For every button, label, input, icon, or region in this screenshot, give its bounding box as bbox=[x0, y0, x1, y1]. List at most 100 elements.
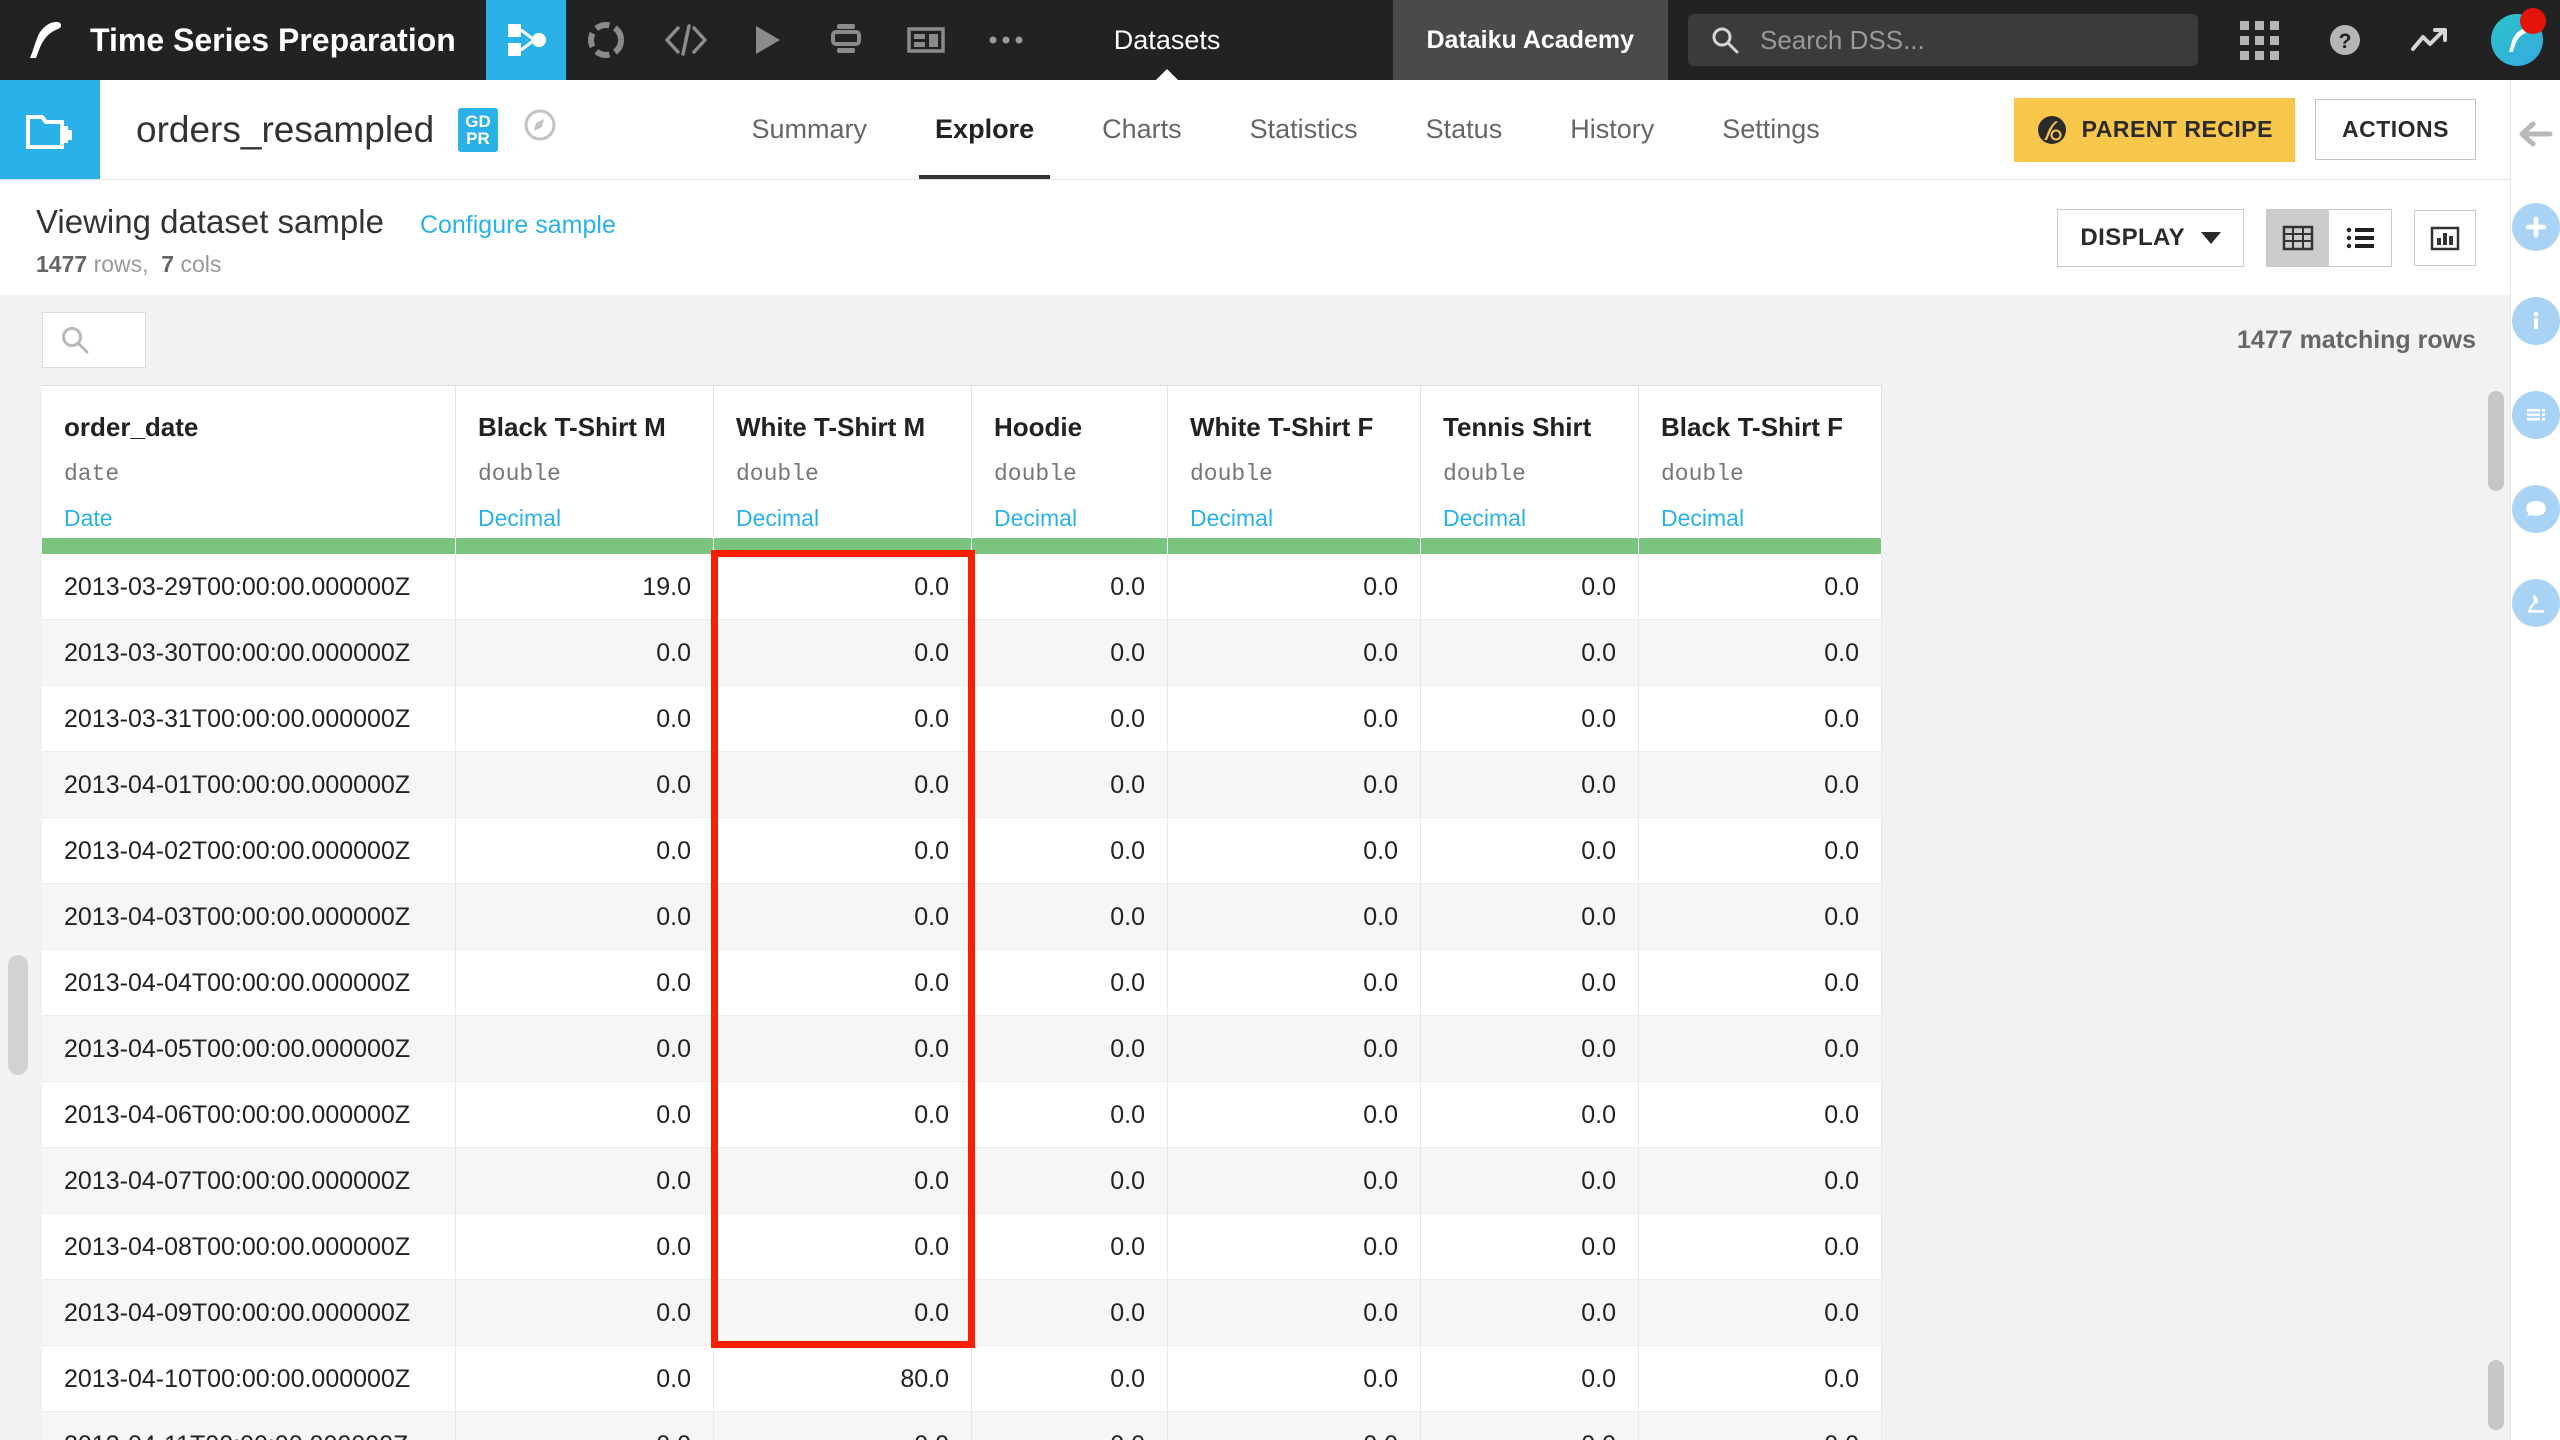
table-cell[interactable]: 0.0 bbox=[1168, 1082, 1421, 1148]
table-cell[interactable]: 0.0 bbox=[1421, 1346, 1639, 1412]
table-cell[interactable]: 0.0 bbox=[1639, 1082, 1882, 1148]
table-cell[interactable]: 0.0 bbox=[1421, 1412, 1639, 1440]
table-cell[interactable]: 2013-03-30T00:00:00.000000Z bbox=[42, 620, 456, 686]
table-cell[interactable]: 0.0 bbox=[1421, 950, 1639, 1016]
table-cell[interactable]: 0.0 bbox=[714, 1082, 972, 1148]
table-cell[interactable]: 0.0 bbox=[1421, 686, 1639, 752]
table-cell[interactable]: 0.0 bbox=[1168, 884, 1421, 950]
table-cell[interactable]: 0.0 bbox=[972, 1412, 1168, 1440]
table-cell[interactable]: 0.0 bbox=[972, 1346, 1168, 1412]
table-cell[interactable]: 0.0 bbox=[456, 686, 714, 752]
table-cell[interactable]: 2013-04-07T00:00:00.000000Z bbox=[42, 1148, 456, 1214]
tab-summary[interactable]: Summary bbox=[718, 80, 902, 179]
column-header-white-t-shirt-f[interactable]: White T-Shirt F double Decimal bbox=[1168, 386, 1421, 538]
table-cell[interactable]: 0.0 bbox=[1421, 752, 1639, 818]
nav-datasets-label[interactable]: Datasets bbox=[1074, 0, 1261, 80]
table-cell[interactable]: 0.0 bbox=[714, 1148, 972, 1214]
column-meaning[interactable]: Decimal bbox=[736, 505, 949, 532]
table-cell[interactable]: 0.0 bbox=[1639, 620, 1882, 686]
table-cell[interactable]: 2013-04-03T00:00:00.000000Z bbox=[42, 884, 456, 950]
table-row[interactable]: 2013-04-11T00:00:00.000000Z0.00.00.00.00… bbox=[42, 1412, 1882, 1440]
table-cell[interactable]: 0.0 bbox=[1168, 1346, 1421, 1412]
table-cell[interactable]: 0.0 bbox=[1421, 554, 1639, 620]
table-cell[interactable]: 0.0 bbox=[456, 818, 714, 884]
help-question-icon[interactable]: ? bbox=[2302, 20, 2388, 60]
table-cell[interactable]: 0.0 bbox=[1639, 554, 1882, 620]
table-cell[interactable]: 0.0 bbox=[1639, 1016, 1882, 1082]
table-cell[interactable]: 0.0 bbox=[456, 1346, 714, 1412]
table-row[interactable]: 2013-04-05T00:00:00.000000Z 0.0 0.0 0.0 0.0 0… bbox=[42, 1016, 1882, 1082]
details-list-icon[interactable] bbox=[2511, 391, 2560, 439]
table-cell[interactable]: 2013-03-31T00:00:00.000000Z bbox=[42, 686, 456, 752]
more-ellipsis-icon[interactable] bbox=[966, 0, 1046, 80]
dashboard-icon[interactable] bbox=[886, 0, 966, 80]
table-cell[interactable]: 0.0 bbox=[1421, 884, 1639, 950]
table-cell[interactable]: 0.0 bbox=[1639, 1280, 1882, 1346]
table-view-icon[interactable] bbox=[2267, 210, 2329, 266]
collapse-left-arrow-icon[interactable] bbox=[2516, 116, 2556, 157]
column-meaning[interactable]: Decimal bbox=[1190, 505, 1398, 532]
compass-icon[interactable] bbox=[522, 107, 558, 152]
tab-settings[interactable]: Settings bbox=[1688, 80, 1854, 179]
table-cell[interactable]: 0.0 bbox=[714, 950, 972, 1016]
table-cell[interactable]: 2013-04-05T00:00:00.000000Z bbox=[42, 1016, 456, 1082]
table-cell[interactable]: 0.0 bbox=[1639, 752, 1882, 818]
table-cell[interactable]: 0.0 bbox=[456, 620, 714, 686]
table-row[interactable]: 2013-03-30T00:00:00.000000Z 0.0 0.0 0.0 0.0 0… bbox=[42, 620, 1882, 686]
table-cell[interactable]: 0.0 bbox=[1421, 620, 1639, 686]
table-row[interactable]: 2013-04-09T00:00:00.000000Z 0.0 0.0 0.0 0.0 0… bbox=[42, 1280, 1882, 1346]
column-meaning[interactable]: Decimal bbox=[994, 505, 1145, 532]
table-row[interactable]: 2013-04-04T00:00:00.000000Z 0.0 0.0 0.0 0.0 0… bbox=[42, 950, 1882, 1016]
apps-grid-icon[interactable] bbox=[2216, 20, 2302, 60]
table-cell[interactable]: 0.0 bbox=[714, 620, 972, 686]
table-cell[interactable]: 0.0 bbox=[1168, 686, 1421, 752]
table-cell[interactable]: 0.0 bbox=[1421, 818, 1639, 884]
table-row[interactable]: 2013-03-29T00:00:00.000000Z 19.0 0.0 0.0 0.0… bbox=[42, 554, 1882, 620]
automation-icon[interactable] bbox=[806, 0, 886, 80]
column-header-hoodie[interactable]: Hoodie double Decimal bbox=[972, 386, 1168, 538]
column-meaning[interactable]: Date bbox=[64, 505, 433, 532]
lab-microscope-icon[interactable] bbox=[2511, 579, 2560, 627]
table-cell[interactable]: 2013-04-08T00:00:00.000000Z bbox=[42, 1214, 456, 1280]
table-cell[interactable]: 0.0 bbox=[972, 1148, 1168, 1214]
table-cell[interactable]: 0.0 bbox=[714, 686, 972, 752]
tab-status[interactable]: Status bbox=[1392, 80, 1537, 179]
table-row[interactable]: 2013-04-06T00:00:00.000000Z 0.0 0.0 0.0 0.0 0… bbox=[42, 1082, 1882, 1148]
column-meaning[interactable]: Decimal bbox=[1443, 505, 1616, 532]
table-cell[interactable]: 0.0 bbox=[1168, 950, 1421, 1016]
table-cell[interactable]: 0.0 bbox=[1168, 752, 1421, 818]
table-cell[interactable]: 0.0 bbox=[972, 620, 1168, 686]
table-cell[interactable]: 0.0 bbox=[1639, 1346, 1882, 1412]
table-cell[interactable]: 0.0 bbox=[456, 752, 714, 818]
column-stats-icon[interactable] bbox=[2414, 210, 2476, 266]
code-icon[interactable] bbox=[646, 0, 726, 80]
table-cell[interactable]: 80.0 bbox=[714, 1346, 972, 1412]
table-cell[interactable]: 0.0 bbox=[1639, 686, 1882, 752]
table-cell[interactable]: 0.0 bbox=[972, 1214, 1168, 1280]
discussions-chat-icon[interactable] bbox=[2511, 485, 2560, 533]
table-cell[interactable]: 0.0 bbox=[714, 818, 972, 884]
table-cell[interactable]: 0.0 bbox=[714, 1214, 972, 1280]
table-cell[interactable]: 0.0 bbox=[972, 1016, 1168, 1082]
column-meaning[interactable]: Decimal bbox=[478, 505, 691, 532]
project-name[interactable]: Time Series Preparation bbox=[90, 0, 486, 80]
parent-recipe-button[interactable]: PARENT RECIPE bbox=[2013, 97, 2295, 162]
left-scroll-handle[interactable] bbox=[8, 955, 28, 1075]
search-input[interactable]: Search DSS... bbox=[1688, 14, 2198, 66]
table-cell[interactable]: 0.0 bbox=[456, 1016, 714, 1082]
table-cell[interactable]: 0.0 bbox=[1168, 1214, 1421, 1280]
table-cell[interactable]: 0.0 bbox=[456, 1214, 714, 1280]
table-cell[interactable]: 0.0 bbox=[1421, 1082, 1639, 1148]
list-view-icon[interactable] bbox=[2329, 210, 2391, 266]
table-cell[interactable]: 0.0 bbox=[972, 818, 1168, 884]
table-cell[interactable]: 0.0 bbox=[1421, 1016, 1639, 1082]
display-dropdown-button[interactable]: DISPLAY bbox=[2057, 209, 2244, 267]
table-cell[interactable]: 0.0 bbox=[1168, 554, 1421, 620]
table-cell[interactable]: 0.0 bbox=[714, 1280, 972, 1346]
tab-charts[interactable]: Charts bbox=[1068, 80, 1216, 179]
table-cell[interactable]: 0.0 bbox=[972, 1280, 1168, 1346]
table-cell[interactable]: 0.0 bbox=[972, 554, 1168, 620]
table-cell[interactable]: 0.0 bbox=[1168, 1412, 1421, 1440]
user-avatar[interactable] bbox=[2474, 0, 2560, 80]
table-cell[interactable]: 0.0 bbox=[1421, 1280, 1639, 1346]
